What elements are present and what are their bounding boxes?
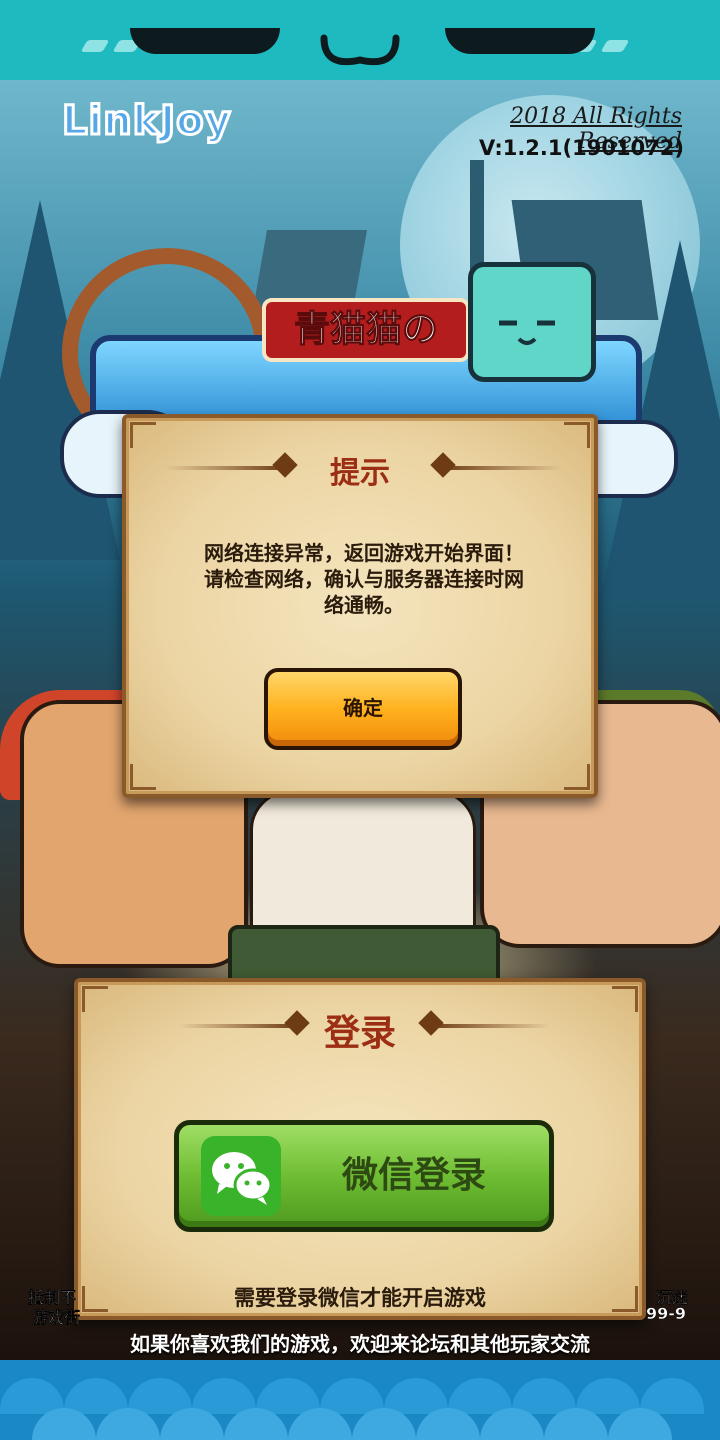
cat-eye-right	[445, 28, 595, 54]
linkjoy-logo: LinkJoy	[61, 97, 233, 146]
login-hint-text: 需要登录微信才能开启游戏	[234, 1286, 486, 1310]
corner-ornament	[130, 422, 156, 448]
wechat-icon	[201, 1136, 281, 1216]
wechat-button-label: 微信登录	[341, 1155, 486, 1196]
cat-mouth-icon	[320, 34, 400, 66]
corner-ornament	[564, 764, 590, 790]
confirm-button[interactable]: 确定	[264, 668, 462, 750]
version-text: V:1.2.1(1901072)	[479, 136, 684, 160]
wechat-login-button[interactable]: 微信登录	[174, 1120, 554, 1232]
dialog-title: 提示	[330, 456, 390, 491]
top-cat-face-bar	[0, 0, 720, 80]
game-title-banner: 青猫猫の	[262, 298, 470, 362]
corner-ornament	[564, 422, 590, 448]
login-title: 登录	[323, 1013, 396, 1054]
network-error-dialog: 提示 网络连接异常，返回游戏开始界面！ 请检查网络，确认与服务器连接时网 络通畅…	[122, 414, 598, 798]
forum-invite-text: 如果你喜欢我们的游戏，欢迎来论坛和其他玩家交流	[130, 1332, 590, 1356]
anti-addiction-notice-left: 游戏街	[32, 1308, 81, 1327]
cat-mascot-icon	[468, 262, 596, 382]
stripe-decoration	[80, 40, 110, 52]
cat-eye-left	[130, 28, 280, 54]
anti-addiction-notice-right: 99-9	[646, 1304, 687, 1323]
login-panel: 登录 微信登录 需要登录微信才能开启游戏	[74, 978, 646, 1320]
corner-ornament	[130, 764, 156, 790]
bottom-wave-bar	[0, 1360, 720, 1440]
stripe-decoration	[600, 40, 630, 52]
dialog-message: 网络连接异常，返回游戏开始界面！ 请检查网络，确认与服务器连接时网 络通畅。	[204, 541, 524, 617]
